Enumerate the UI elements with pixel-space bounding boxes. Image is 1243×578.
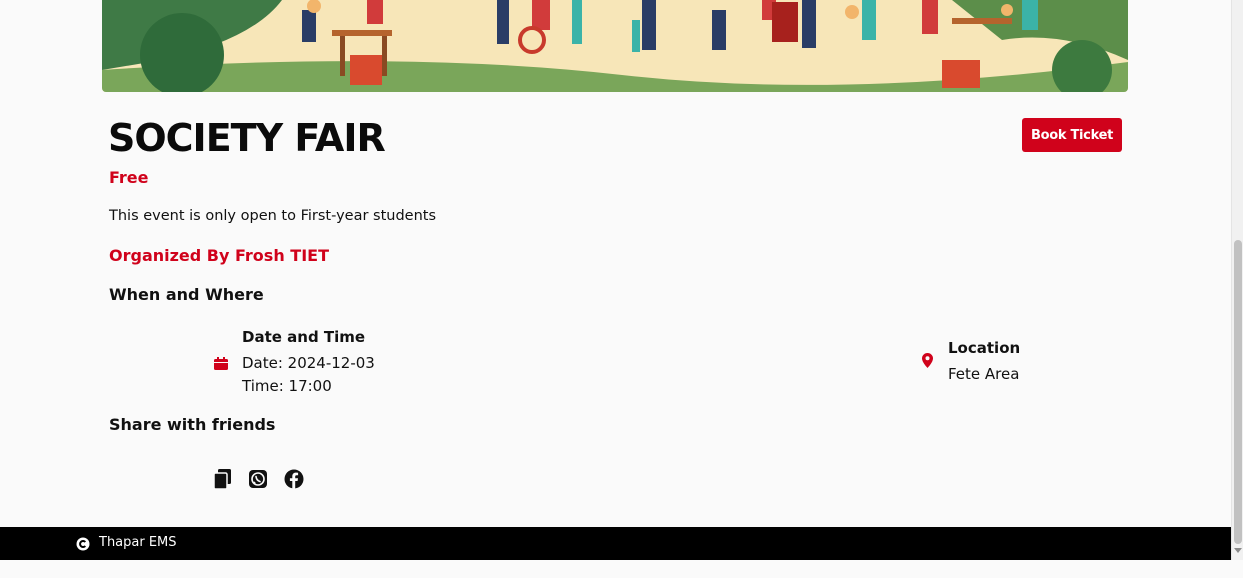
date-time-heading: Date and Time (242, 328, 366, 346)
event-description: This event is only open to First-year st… (109, 208, 437, 224)
event-organizer: Organized By Frosh TIET (109, 246, 329, 265)
when-where-heading: When and Where (109, 285, 264, 304)
window-bottom-edge (0, 560, 1243, 578)
site-footer: Thapar EMS (0, 527, 1231, 560)
event-banner-image (102, 0, 1128, 92)
footer-brand: Thapar EMS (99, 535, 177, 550)
vertical-scrollbar[interactable] (1231, 0, 1243, 560)
whatsapp-icon[interactable] (248, 468, 268, 490)
calendar-icon (214, 355, 228, 374)
event-location: Fete Area (948, 365, 1020, 383)
event-time: Time: 17:00 (242, 377, 332, 395)
book-ticket-button[interactable]: Book Ticket (1022, 118, 1122, 152)
event-price: Free (109, 168, 149, 187)
map-pin-icon (922, 353, 933, 372)
scrollbar-thumb[interactable] (1234, 240, 1242, 544)
event-title: SOCIETY FAIR (108, 116, 386, 160)
location-heading: Location (948, 339, 1021, 357)
copyright-icon (76, 536, 90, 551)
event-page: SOCIETY FAIR Free This event is only ope… (0, 0, 1231, 578)
facebook-icon[interactable] (284, 468, 304, 490)
event-date: Date: 2024-12-03 (242, 354, 375, 372)
copy-icon[interactable] (213, 468, 233, 490)
share-heading: Share with friends (109, 415, 276, 434)
scroll-down-arrow-icon[interactable] (1234, 548, 1242, 553)
